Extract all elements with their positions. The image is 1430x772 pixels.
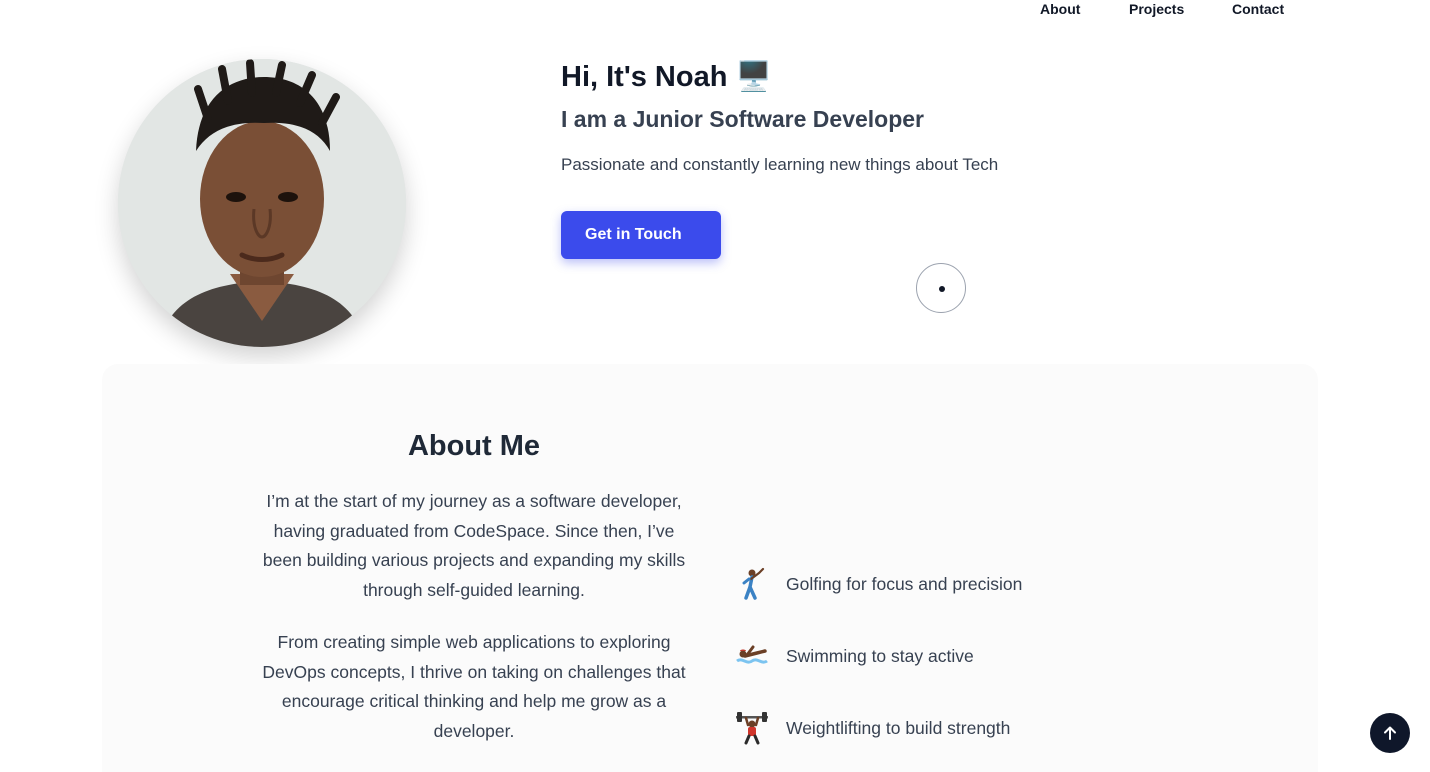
nav-link-projects[interactable]: Projects <box>1129 1 1184 17</box>
profile-avatar <box>118 59 406 347</box>
custom-cursor <box>916 263 966 313</box>
hobby-item-swimming: Swimming to stay active <box>732 636 974 676</box>
about-paragraph-1: I’m at the start of my journey as a soft… <box>262 491 686 600</box>
hero-greeting: Hi, It's Noah 🖥️ <box>561 61 772 93</box>
about-section: About Me I’m at the start of my journey … <box>102 364 1318 772</box>
nav-link-contact[interactable]: Contact <box>1232 1 1284 17</box>
about-title: About Me <box>407 430 541 462</box>
hobby-label: Golfing for focus and precision <box>786 573 1023 594</box>
hobby-item-golf: Golfing for focus and precision <box>732 564 1022 604</box>
cursor-dot <box>939 286 945 292</box>
golfer-icon <box>732 564 772 604</box>
nav-link-about[interactable]: About <box>1040 1 1080 17</box>
hero-subtitle: I am a Junior Software Developer <box>561 106 925 132</box>
hobby-label: Weightlifting to build strength <box>786 717 1011 738</box>
swimmer-icon <box>732 636 772 676</box>
hero-description: Passionate and constantly learning new t… <box>561 155 999 174</box>
get-in-touch-button[interactable]: Get in Touch <box>561 211 721 259</box>
hobby-item-weightlifting: Weightlifting to build strength <box>732 708 1010 748</box>
top-nav: About Projects Contact <box>0 0 1430 20</box>
scroll-to-top-button[interactable] <box>1370 713 1410 753</box>
hobby-label: Swimming to stay active <box>786 645 974 666</box>
weightlifter-icon <box>732 708 772 748</box>
portrait-photo <box>118 59 406 347</box>
arrow-up-icon <box>1384 726 1396 740</box>
about-paragraph-2: From creating simple web applications to… <box>262 632 686 741</box>
